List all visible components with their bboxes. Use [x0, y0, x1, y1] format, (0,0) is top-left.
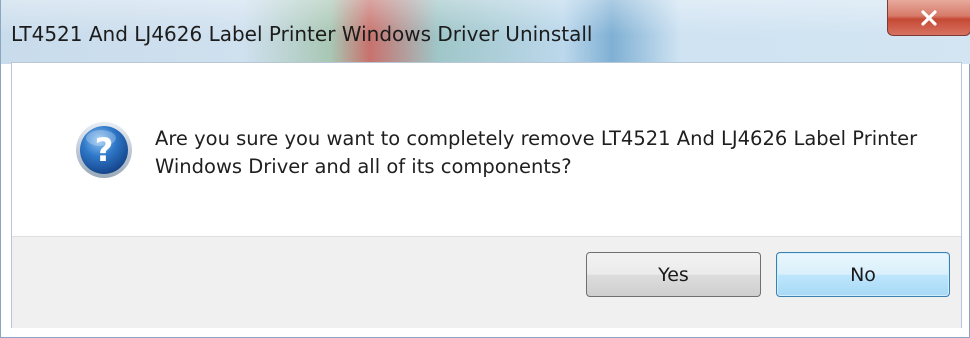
- no-button[interactable]: No: [776, 252, 950, 297]
- confirmation-message: Are you sure you want to completely remo…: [155, 127, 918, 178]
- close-button[interactable]: [887, 0, 970, 36]
- question-icon: ?: [76, 122, 132, 178]
- uninstall-dialog-window: LT4521 And LJ4626 Label Printer Windows …: [0, 0, 970, 338]
- close-icon: [921, 9, 937, 26]
- yes-button[interactable]: Yes: [586, 252, 761, 297]
- svg-text:?: ?: [95, 131, 114, 169]
- window-title: LT4521 And LJ4626 Label Printer Windows …: [11, 22, 593, 46]
- title-bar[interactable]: LT4521 And LJ4626 Label Printer Windows …: [1, 0, 970, 64]
- message-area: ? Are you sure you want to completely re…: [12, 63, 961, 236]
